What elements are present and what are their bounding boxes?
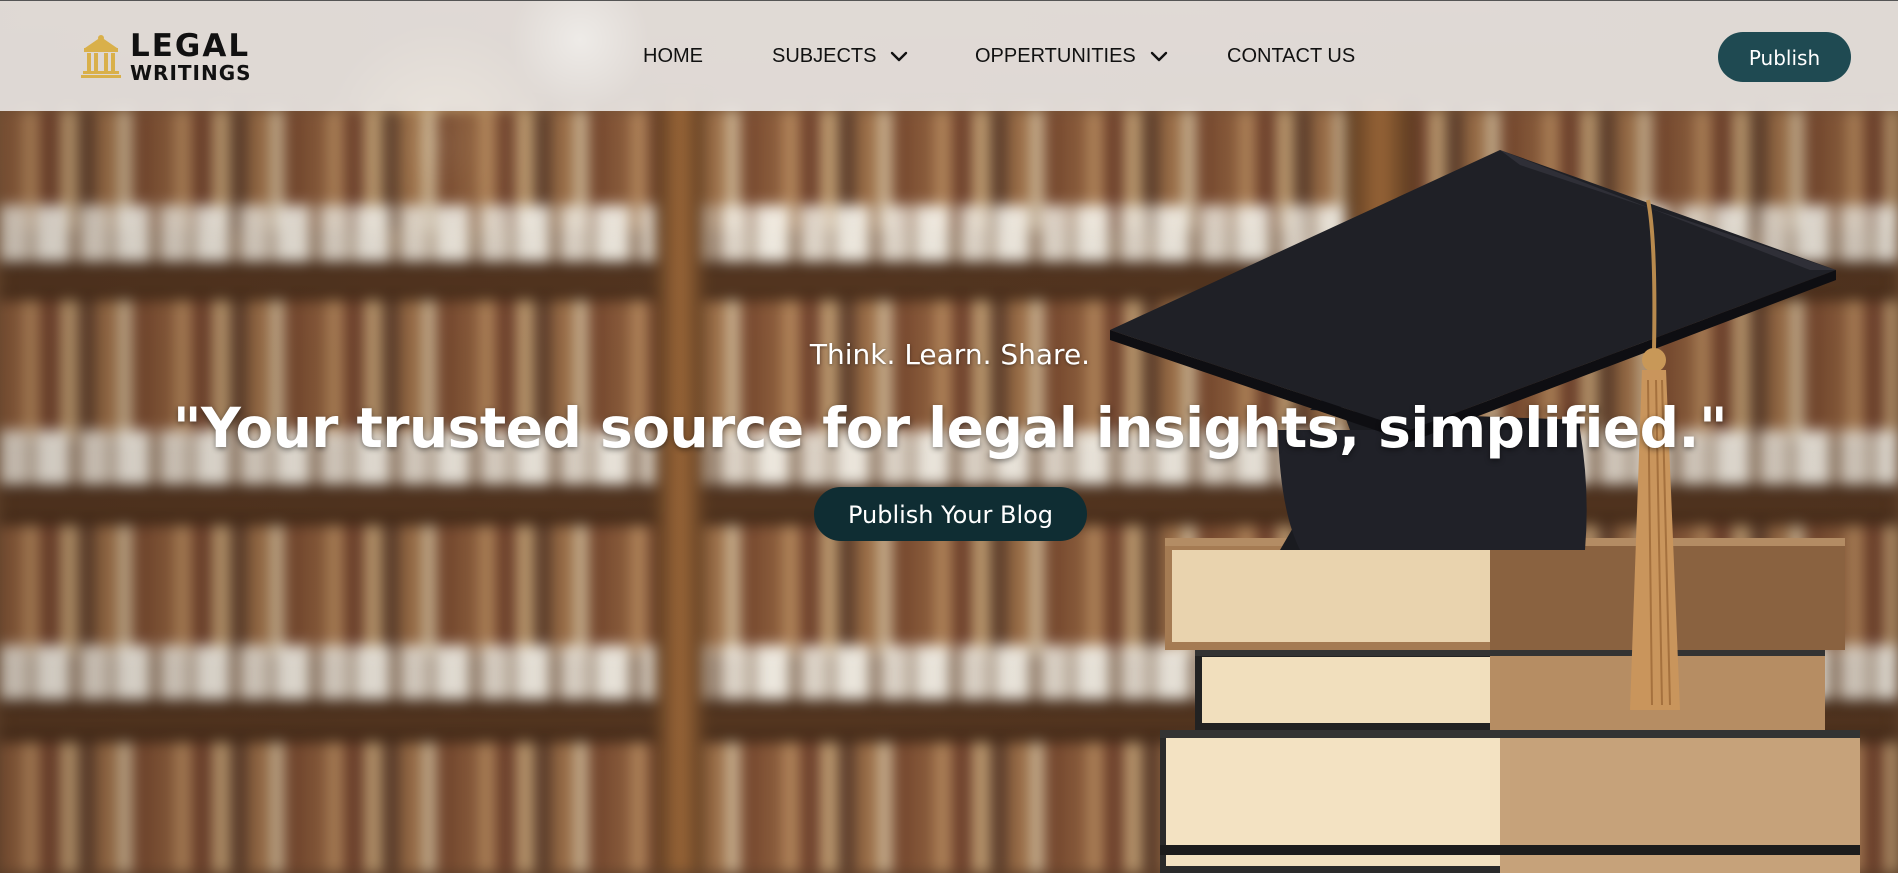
nav-item-subjects[interactable]: SUBJECTS <box>772 45 908 68</box>
nav-item-label: HOME <box>643 45 703 67</box>
nav-item-home[interactable]: HOME <box>643 45 703 68</box>
hero-title: "Your trusted source for legal insights,… <box>172 396 1728 460</box>
main-nav: HOME SUBJECTS OPPERTUNITIES CONTACT US <box>0 1 1898 112</box>
nav-item-label: CONTACT US <box>1227 45 1356 67</box>
nav-item-label: OPPERTUNITIES <box>975 45 1136 67</box>
nav-item-contact-us[interactable]: CONTACT US <box>1227 45 1355 68</box>
book-stack-icon <box>1160 538 1860 873</box>
nav-item-oppertunities[interactable]: OPPERTUNITIES <box>975 45 1168 68</box>
chevron-down-icon <box>891 51 908 61</box>
graduation-cap-on-books-image <box>1110 150 1860 873</box>
hero-tagline: Think. Learn. Share. <box>809 338 1091 371</box>
publish-button[interactable]: Publish <box>1718 32 1851 82</box>
page: LEGAL WRITINGS HOME SUBJECTS OPPERTUNITI… <box>0 0 1898 873</box>
nav-item-label: SUBJECTS <box>772 45 877 67</box>
publish-your-blog-button[interactable]: Publish Your Blog <box>814 487 1087 541</box>
chevron-down-icon <box>1150 51 1167 61</box>
site-header: LEGAL WRITINGS HOME SUBJECTS OPPERTUNITI… <box>0 0 1898 111</box>
